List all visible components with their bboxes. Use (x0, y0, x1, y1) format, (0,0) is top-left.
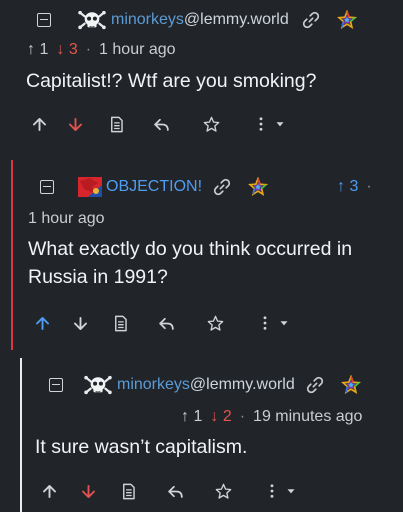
username: minorkeys (117, 376, 190, 393)
link-icon[interactable] (301, 10, 321, 30)
downvote-icon (71, 314, 90, 333)
user-instance: @lemmy.world (189, 376, 295, 393)
comment-header: minorkeys@lemmy.world (37, 8, 357, 32)
vote-meta: ↑ 1 ↓ 3 · 1 hour ago (27, 41, 176, 59)
view-source-button[interactable] (108, 311, 132, 335)
upvote-icon (33, 314, 52, 333)
vote-meta: ↑ 3 · (337, 178, 372, 196)
save-button[interactable] (203, 311, 227, 335)
reply-button[interactable] (163, 479, 187, 503)
save-button[interactable] (211, 479, 235, 503)
separator-dot: · (366, 178, 372, 195)
upvote-count: ↑ 1 (181, 408, 203, 425)
collapse-icon[interactable] (40, 180, 54, 194)
upvote-count: ↑ 3 (337, 178, 359, 195)
vote-meta: ↑ 1 ↓ 2 · 19 minutes ago (181, 408, 362, 426)
reply-button[interactable] (154, 311, 178, 335)
upvote-icon (40, 482, 59, 501)
rainbow-star-icon (337, 10, 357, 30)
upvote-icon (30, 115, 49, 134)
username[interactable]: OBJECTION! (106, 178, 202, 196)
dropdown-button[interactable] (279, 479, 303, 503)
upvote-button[interactable] (37, 479, 61, 503)
downvote-button[interactable] (63, 112, 87, 136)
skull-avatar-icon (77, 9, 107, 31)
username-link[interactable]: minorkeys@lemmy.world (111, 11, 289, 29)
dropdown-button[interactable] (268, 112, 292, 136)
upvote-count: ↑ 1 (27, 41, 49, 58)
comment-text: What exactly do you think occurred in Ru… (28, 238, 353, 288)
comment: minorkeys@lemmy.world ↑ 1 ↓ 3 · 1 hour a… (0, 0, 403, 152)
timestamp[interactable]: 1 hour ago (99, 41, 176, 59)
reply-icon (166, 482, 185, 501)
view-source-icon (119, 482, 138, 501)
separator-dot: · (239, 408, 246, 425)
reply-icon (152, 115, 171, 134)
comment-text: It sure wasn’t capitalism. (35, 436, 248, 458)
comment-actions (22, 479, 402, 503)
link-icon[interactable] (305, 375, 325, 395)
rainbow-star-icon (341, 375, 361, 395)
timestamp[interactable]: 1 hour ago (28, 210, 105, 228)
dropdown-button[interactable] (272, 311, 296, 335)
comment-actions (13, 311, 403, 335)
downvote-button[interactable] (76, 479, 100, 503)
downvote-button[interactable] (68, 311, 92, 335)
save-star-icon (202, 115, 221, 134)
collapse-icon[interactable] (37, 13, 51, 27)
dropdown-icon (284, 484, 298, 498)
view-source-button[interactable] (116, 479, 140, 503)
separator-dot: · (85, 41, 92, 58)
collapse-icon[interactable] (49, 378, 63, 392)
flag-avatar-icon (76, 175, 104, 199)
comment-text: Capitalist!? Wtf are you smoking? (26, 70, 317, 92)
view-source-icon (111, 314, 130, 333)
view-source-icon (107, 115, 126, 134)
reply-icon (157, 314, 176, 333)
rainbow-star-icon (248, 177, 268, 197)
comment: OBJECTION! ↑ 3 · 1 hour ago What exactly… (11, 160, 403, 350)
reply-button[interactable] (149, 112, 173, 136)
comment-header: minorkeys@lemmy.world (49, 373, 361, 397)
upvote-button[interactable] (27, 112, 51, 136)
downvote-icon (79, 482, 98, 501)
link-icon[interactable] (212, 177, 232, 197)
dropdown-icon (273, 117, 287, 131)
save-button[interactable] (199, 112, 223, 136)
timestamp-row: 1 hour ago (28, 210, 105, 228)
timestamp[interactable]: 19 minutes ago (253, 408, 362, 426)
user-instance: @lemmy.world (183, 11, 289, 28)
username-link[interactable]: minorkeys@lemmy.world (117, 376, 295, 394)
dropdown-icon (277, 316, 291, 330)
save-star-icon (206, 314, 225, 333)
upvote-button[interactable] (30, 311, 54, 335)
skull-avatar-icon (83, 374, 113, 396)
view-source-button[interactable] (104, 112, 128, 136)
username: minorkeys (111, 11, 184, 28)
comment-header: OBJECTION! (40, 175, 268, 199)
downvote-icon (66, 115, 85, 134)
save-star-icon (214, 482, 233, 501)
comment: minorkeys@lemmy.world ↑ 1 ↓ 2 · 19 minut… (20, 358, 403, 512)
downvote-count: ↓ 3 (56, 41, 78, 58)
downvote-count: ↓ 2 (210, 408, 232, 425)
comment-actions (0, 112, 403, 136)
